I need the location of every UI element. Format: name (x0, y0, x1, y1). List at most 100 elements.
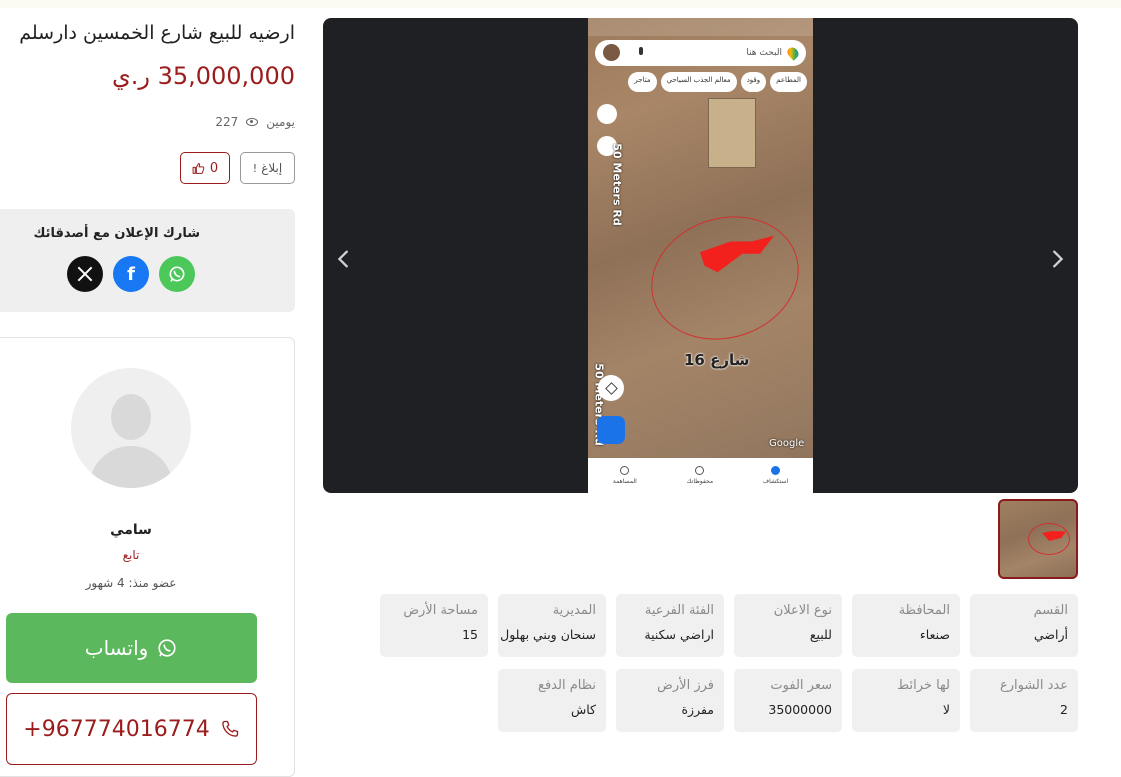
map-nav-saved: محفوظاتك (686, 466, 714, 485)
detail-card: المحافظة صنعاء (852, 594, 960, 657)
phone-contact-button[interactable]: +967774016774 (6, 693, 257, 765)
x-icon (77, 266, 93, 282)
layers-icon (597, 104, 617, 124)
image-gallery[interactable]: البحث هنا المطاعم وقود معالم الجذب السيا… (323, 18, 1078, 493)
thumbs-up-icon (192, 162, 205, 174)
seller-name: سامي (110, 522, 152, 538)
chevron-left-icon (337, 250, 348, 268)
map-chip: المطاعم (770, 72, 807, 92)
detail-card: نظام الدفع كاش (498, 669, 606, 732)
detail-value: كاش (570, 702, 596, 717)
directions-icon (597, 416, 625, 444)
map-chip: متاجر (628, 72, 657, 92)
report-label: إبلاغ (261, 161, 283, 175)
whatsapp-label: واتساب (84, 636, 149, 660)
gallery-main-image[interactable]: البحث هنا المطاعم وقود معالم الجذب السيا… (588, 18, 813, 493)
detail-card: الفئة الفرعية اراضي سكنية (616, 594, 724, 657)
map-search-bar: البحث هنا (595, 40, 806, 66)
detail-label: فرز الأرض (657, 678, 714, 693)
detail-card: مساحة الأرض 15 (380, 594, 488, 657)
detail-value: للبيع (809, 627, 832, 642)
locate-icon (598, 375, 624, 401)
phone-icon (221, 720, 238, 737)
detail-label: لها خرائط (897, 678, 950, 693)
map-bottom-nav: استكشاف محفوظاتك المساهمة (588, 458, 813, 493)
x-share-button[interactable] (67, 256, 103, 292)
detail-label: الفئة الفرعية (644, 603, 714, 618)
map-road-label: 50 Meters Rd (610, 143, 624, 226)
detail-card: فرز الأرض مفرزة (616, 669, 724, 732)
map-nav-label: محفوظاتك (686, 478, 714, 485)
detail-card: سعر الفوت 35000000 (734, 669, 842, 732)
whatsapp-icon (158, 639, 176, 657)
map-nav-contribute: المساهمة (613, 466, 637, 485)
eye-icon (246, 118, 259, 126)
map-chip: معالم الجذب السياحي (660, 72, 737, 92)
seller-role: تابع (122, 548, 140, 562)
detail-value: سنحان وبني بهلول (500, 627, 596, 642)
map-street-label: شارع 16 (684, 351, 750, 369)
share-title: شارك الإعلان مع أصدقائك (33, 226, 200, 241)
detail-label: مساحة الأرض (403, 603, 478, 618)
plot-circle-marking (635, 197, 813, 359)
map-category-chips: المطاعم وقود معالم الجذب السياحي متاجر (588, 72, 813, 92)
map-nav-label: استكشاف (762, 478, 789, 485)
detail-value: 35000000 (768, 702, 832, 717)
detail-label: المديرية (552, 603, 596, 618)
view-count: 227 (215, 115, 239, 129)
chevron-right-icon (1053, 250, 1064, 268)
facebook-share-button[interactable]: f (113, 256, 149, 292)
mic-icon (639, 47, 643, 55)
plus-icon (620, 466, 630, 475)
map-nav-label: المساهمة (612, 478, 637, 485)
whatsapp-icon (169, 266, 185, 282)
gallery-next-button[interactable] (1042, 244, 1072, 274)
detail-label: سعر الفوت (770, 678, 832, 693)
bookmark-icon (695, 466, 705, 475)
listing-price: 35,000,000 ر.ي (111, 62, 295, 90)
detail-value: أراضي (1033, 627, 1068, 642)
detail-value: 2 (1060, 702, 1068, 717)
like-button[interactable]: 0 (180, 152, 230, 184)
detail-value: صنعاء (919, 627, 950, 642)
seller-card: سامي تابع عضو منذ: 4 شهور واتساب +967774… (0, 337, 295, 777)
listing-age: يومين (266, 115, 295, 129)
map-watermark: Google (769, 438, 805, 449)
building-roof (708, 98, 756, 168)
map-pin-icon (785, 45, 801, 61)
detail-value: 15 (462, 627, 478, 642)
detail-card: المديرية سنحان وبني بهلول (498, 594, 606, 657)
like-count: 0 (209, 160, 219, 176)
map-chip: وقود (740, 72, 767, 92)
detail-value: لا (942, 702, 950, 717)
detail-value: اراضي سكنية (644, 627, 714, 642)
phone-status-bar (588, 18, 813, 36)
top-strip (0, 0, 1121, 8)
listing-title: ارضيه للبيع شارع الخمسين دارسلم (19, 22, 295, 44)
avatar (71, 368, 191, 488)
whatsapp-contact-button[interactable]: واتساب (6, 613, 257, 683)
whatsapp-share-button[interactable] (159, 256, 195, 292)
phone-number: +967774016774 (23, 716, 210, 742)
gallery-thumbnail[interactable] (998, 499, 1078, 579)
report-icon: ! (252, 161, 258, 175)
listing-meta: يومين 227 (0, 115, 295, 129)
map-avatar (603, 44, 620, 61)
gallery-prev-button[interactable] (329, 244, 359, 274)
explore-icon (771, 466, 780, 475)
detail-label: عدد الشوارع (999, 678, 1068, 693)
report-button[interactable]: إبلاغ ! (240, 152, 295, 184)
share-box: شارك الإعلان مع أصدقائك f (0, 209, 295, 312)
detail-card: نوع الاعلان للبيع (734, 594, 842, 657)
map-nav-explore: استكشاف (763, 466, 788, 485)
detail-value: مفرزة (681, 702, 714, 717)
detail-card: القسم أراضي (970, 594, 1078, 657)
detail-label: نوع الاعلان (773, 603, 832, 618)
detail-label: القسم (1033, 603, 1068, 618)
map-search-placeholder: البحث هنا (746, 48, 782, 58)
avatar-body (89, 446, 173, 488)
facebook-icon: f (127, 263, 135, 285)
seller-member-since: عضو منذ: 4 شهور (85, 576, 177, 590)
avatar-head (111, 394, 151, 440)
detail-card: عدد الشوارع 2 (970, 669, 1078, 732)
